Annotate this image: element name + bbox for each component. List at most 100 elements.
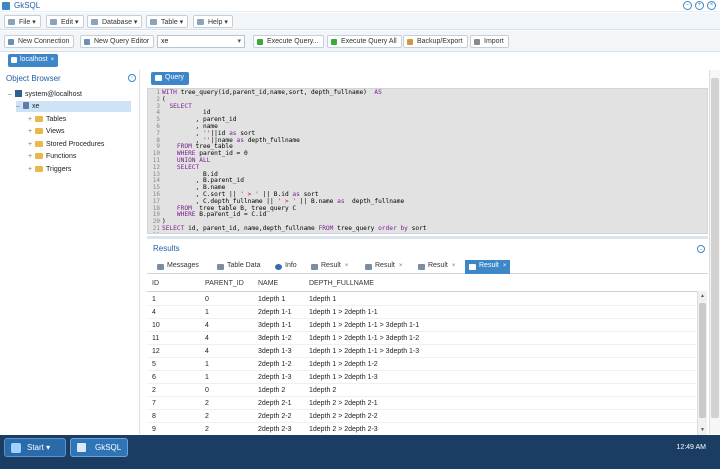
table-cell: 3depth 1-1 [258,322,292,329]
maximize-icon[interactable]: + [695,1,704,10]
column-header-id[interactable]: ID [152,280,159,287]
table-cell: 1 [205,374,209,381]
close-icon[interactable]: × [707,1,716,10]
line-number: 22 [148,232,160,233]
code-line: WITH tree_query(id,parent_id,name,sort, … [162,89,382,96]
close-tab-icon[interactable]: × [503,263,507,269]
table-cell: 1depth 1 [258,296,286,303]
tree-database-node[interactable]: – xe [16,101,131,112]
column-header-name[interactable]: NAME [258,280,278,287]
menu-edit[interactable]: Edit ▾ [46,15,84,28]
tab-messages[interactable]: Messages [153,260,203,274]
table-row[interactable]: 12 4 3depth 1-3 1depth 1 > 2depth 1-1 > 3de… [147,345,698,358]
clock: 12:49 AM [676,444,706,451]
expand-icon[interactable]: + [28,164,35,175]
database-icon [91,19,98,25]
window-scrollbar[interactable] [709,70,720,434]
close-tab-icon[interactable]: × [452,263,456,269]
table-row[interactable]: 6 1 2depth 1-3 1depth 1 > 2depth 1-3 [147,371,698,384]
menu-table[interactable]: Table ▾ [146,15,189,28]
tree-item-triggers[interactable]: + Triggers [28,164,71,175]
menu-help[interactable]: Help ▾ [193,15,233,28]
sql-code[interactable]: WITH tree_query(id,parent_id,name,sort, … [162,89,427,233]
help-icon [197,19,204,25]
scroll-thumb[interactable] [699,303,706,418]
tab-result-2[interactable]: Result × [361,260,406,274]
tab-result-4[interactable]: Result × [465,260,511,274]
query-icon [155,75,162,81]
sql-editor[interactable]: 12345678910111213141516171819202122 WITH… [147,88,708,234]
folder-icon [35,166,43,172]
new-query-editor-button[interactable]: New Query Editor [80,35,155,48]
menu-database[interactable]: Database ▾ [87,15,143,28]
menu-file[interactable]: File ▾ [4,15,41,28]
results-title: Results [153,244,180,253]
tab-localhost[interactable]: localhost × [8,54,59,67]
tree-server-node[interactable]: – system@localhost [8,89,82,100]
tree-item-tables[interactable]: + Tables [28,114,66,125]
tab-table-data[interactable]: Table Data [213,260,264,274]
table-cell: 2 [205,426,209,433]
tab-query[interactable]: Query [151,72,190,85]
expand-icon[interactable]: + [28,114,35,125]
result-grid: ID PARENT_ID NAME DEPTH_FULLNAME 1 0 1dept… [147,276,698,434]
start-button[interactable]: Start ▾ [4,438,66,457]
close-tab-icon[interactable]: × [399,263,403,269]
scroll-thumb[interactable] [711,78,719,418]
table-row[interactable]: 5 1 2depth 1-2 1depth 1 > 2depth 1-2 [147,358,698,371]
tree-item-stored-procedures[interactable]: + Stored Procedures [28,139,104,150]
table-cell: 1depth 2 > 2depth 2-1 [309,400,378,407]
table-row[interactable]: 1 0 1depth 1 1depth 1 [147,293,698,306]
window-controls: – + × [683,1,716,10]
table-cell: 1depth 1 > 2depth 1-1 > 3depth 1-2 [309,335,420,342]
column-header-depth-fullname[interactable]: DEPTH_FULLNAME [309,280,374,287]
taskbar-app-gksql[interactable]: GkSQL [70,438,128,457]
collapse-icon[interactable]: – [8,89,15,100]
code-line: SELECT id, parent_id, name,depth_fullnam… [162,224,427,232]
import-icon [474,39,480,45]
code-line: WHERE B.parent_id = C.id [176,211,267,219]
connection-select[interactable]: xe ▾ [157,35,245,48]
execute-query-button[interactable]: Execute Query... [253,35,324,48]
collapse-results-icon[interactable]: ⌄ [697,245,705,253]
table-cell: 1depth 1 [309,296,337,303]
table-cell: 2 [205,400,209,407]
tab-result-1[interactable]: Result × [307,260,352,274]
table-row[interactable]: 8 2 2depth 2-2 1depth 2 > 2depth 2-2 [147,410,698,423]
collapse-icon[interactable]: – [16,101,23,112]
table-row[interactable]: 11 4 3depth 1-2 1depth 1 > 2depth 1-1 > 3de… [147,332,698,345]
table-row[interactable]: 9 2 2depth 2-3 1depth 2 > 2depth 2-3 [147,423,698,434]
column-header-parent-id[interactable]: PARENT_ID [205,280,244,287]
expand-icon[interactable]: + [28,139,35,150]
tree-item-views[interactable]: + Views [28,126,65,137]
app-logo-icon [77,443,86,452]
result-grid-scrollbar[interactable]: ▲ ▼ [697,291,707,435]
table-row[interactable]: 2 0 1depth 2 1depth 2 [147,384,698,397]
close-tab-icon[interactable]: × [51,57,55,63]
tree-item-functions[interactable]: + Functions [28,151,76,162]
panel-splitter[interactable] [147,236,708,239]
new-connection-button[interactable]: New Connection [4,35,75,48]
expand-icon[interactable]: + [28,126,35,137]
object-browser-title: Object Browser [6,74,61,83]
execute-query-all-button[interactable]: Execute Query All [327,35,402,48]
expand-icon[interactable]: + [28,151,35,162]
table-icon [150,19,157,25]
table-cell: 4 [205,348,209,355]
table-cell: 1depth 1 > 2depth 1-2 [309,361,378,368]
server-icon [11,57,17,63]
minimize-icon[interactable]: – [683,1,692,10]
scroll-up-icon[interactable]: ▲ [700,293,705,299]
table-cell: 0 [205,296,209,303]
table-row[interactable]: 10 4 3depth 1-1 1depth 1 > 2depth 1-1 > 3de… [147,319,698,332]
backup-export-button[interactable]: Backup/Export [403,35,468,48]
scroll-down-icon[interactable]: ▼ [700,427,705,433]
table-cell: 7 [152,400,156,407]
close-tab-icon[interactable]: × [345,263,349,269]
table-row[interactable]: 7 2 2depth 2-1 1depth 2 > 2depth 2-1 [147,397,698,410]
tab-info[interactable]: Info [271,260,301,274]
tab-result-3[interactable]: Result × [414,260,459,274]
import-button[interactable]: Import [470,35,509,48]
collapse-panel-icon[interactable]: ‹ [128,74,136,82]
table-row[interactable]: 4 1 2depth 1-1 1depth 1 > 2depth 1-1 [147,306,698,319]
